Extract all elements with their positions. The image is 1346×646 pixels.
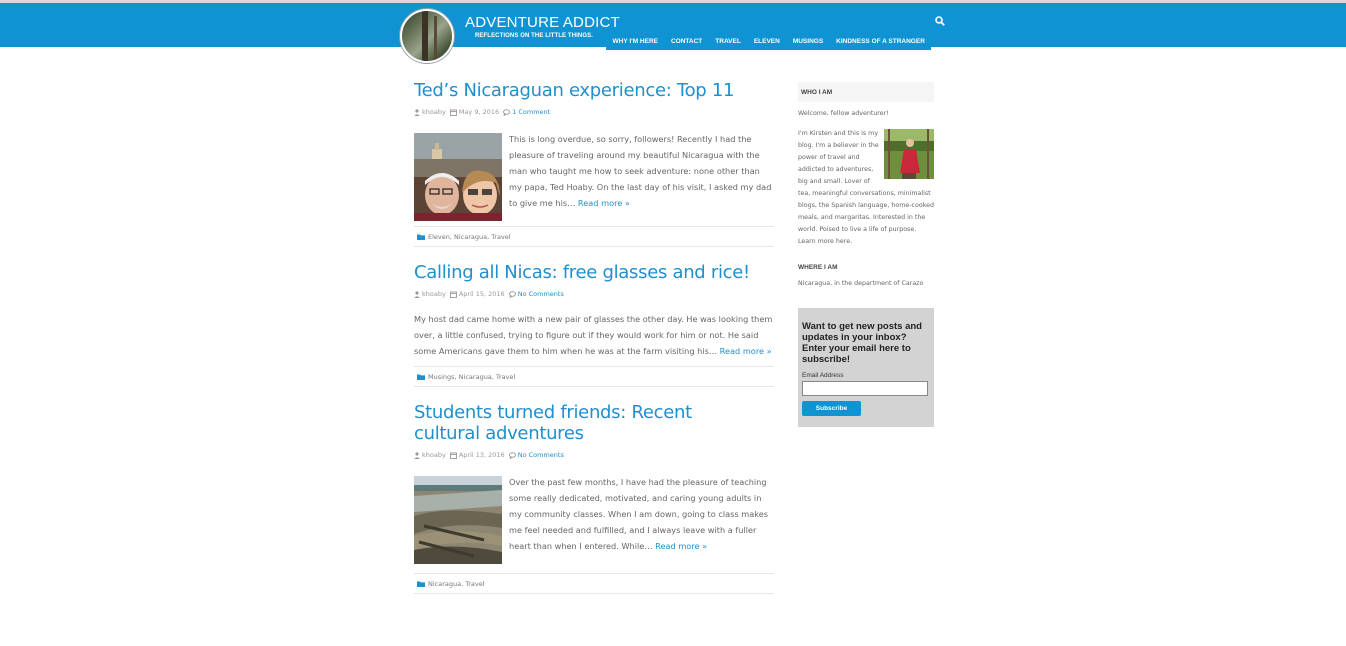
- comment-icon: [503, 108, 511, 116]
- post-meta: khoaby April 15, 2016 No Comments: [414, 289, 774, 299]
- site-header: ADVENTURE ADDICT REFLECTIONS ON THE LITT…: [0, 0, 1346, 63]
- post-item: Calling all Nicas: free glasses and rice…: [414, 262, 774, 387]
- post-excerpt-text: My host dad came home with a new pair of…: [414, 314, 773, 356]
- email-label: Email Address: [802, 372, 844, 379]
- post-categories: Musings, Nicaragua, Travel: [414, 366, 774, 387]
- post-item: Ted’s Nicaraguan experience: Top 11 khoa…: [414, 80, 774, 247]
- post-author[interactable]: khoaby: [422, 290, 446, 298]
- post-comments-link[interactable]: No Comments: [518, 451, 564, 459]
- post-title[interactable]: Students turned friends: Recent cultural…: [414, 402, 754, 444]
- calendar-icon: [449, 291, 457, 298]
- where-text: Nicaragua, in the department of Carazo: [798, 280, 924, 287]
- post-date[interactable]: April 15, 2016: [459, 290, 505, 298]
- read-more-link[interactable]: Read more »: [578, 198, 630, 208]
- profile-photo-image: [884, 129, 934, 179]
- post-categories: Eleven, Nicaragua, Travel: [414, 226, 774, 247]
- nav-item-kindness-of-a-stranger[interactable]: KINDNESS OF A STRANGER: [830, 34, 932, 50]
- comment-icon: [508, 451, 516, 459]
- nav-item-travel[interactable]: TRAVEL: [709, 34, 748, 50]
- post-categories: Nicaragua, Travel: [414, 573, 774, 594]
- sidebar: WHO I AM Welcome, fellow adventurer! I'm…: [798, 82, 934, 290]
- search-icon[interactable]: [935, 16, 945, 26]
- post-date[interactable]: May 9, 2016: [459, 108, 499, 116]
- post-thumbnail[interactable]: [414, 476, 502, 564]
- widget-heading-who-i-am: WHO I AM: [798, 82, 934, 102]
- subscribe-title: Want to get new posts and updates in you…: [802, 321, 922, 365]
- folder-icon: [417, 581, 425, 587]
- post-comments-link[interactable]: No Comments: [518, 290, 564, 298]
- avatar-trunk-secondary: [434, 16, 437, 61]
- calendar-icon: [449, 452, 457, 459]
- post-categories-text[interactable]: Eleven, Nicaragua, Travel: [428, 233, 511, 241]
- header-inner: ADVENTURE ADDICT REFLECTIONS ON THE LITT…: [398, 3, 948, 63]
- widget-heading-where-i-am: WHERE I AM: [798, 264, 838, 271]
- post-excerpt-text: This is long overdue, so sorry, follower…: [509, 134, 772, 208]
- bio-block: I'm Kirsten and this is my blog. I'm a b…: [798, 128, 934, 248]
- post-title[interactable]: Calling all Nicas: free glasses and rice…: [414, 262, 774, 283]
- post-list: Ted’s Nicaraguan experience: Top 11 khoa…: [414, 80, 774, 594]
- subscribe-widget: Want to get new posts and updates in you…: [798, 308, 934, 427]
- post-excerpt: My host dad came home with a new pair of…: [414, 311, 774, 359]
- avatar-trunk: [422, 11, 428, 61]
- calendar-icon: [449, 109, 457, 116]
- post-meta: khoaby May 9, 2016 1 Comment: [414, 107, 774, 117]
- user-icon: [414, 451, 420, 459]
- post-title[interactable]: Ted’s Nicaraguan experience: Top 11: [414, 80, 774, 101]
- nav-item-contact[interactable]: CONTACT: [664, 34, 708, 50]
- folder-icon: [417, 374, 425, 380]
- post-categories-text[interactable]: Nicaragua, Travel: [428, 580, 485, 588]
- site-logo-avatar[interactable]: [400, 9, 454, 63]
- read-more-link[interactable]: Read more »: [655, 541, 707, 551]
- post-author[interactable]: khoaby: [422, 451, 446, 459]
- post-thumbnail-image: [414, 476, 502, 564]
- read-more-link[interactable]: Read more »: [720, 346, 772, 356]
- folder-icon: [417, 234, 425, 240]
- post-author[interactable]: khoaby: [422, 108, 446, 116]
- learn-more-link[interactable]: Learn more here.: [798, 238, 852, 245]
- post-categories-text[interactable]: Musings, Nicaragua, Travel: [428, 373, 515, 381]
- post-excerpt-text: Over the past few months, I have had the…: [509, 477, 769, 551]
- main-nav: WHY I'M HERE CONTACT TRAVEL ELEVEN MUSIN…: [606, 34, 932, 53]
- user-icon: [414, 108, 420, 116]
- comment-icon: [508, 290, 516, 298]
- site-tagline: REFLECTIONS ON THE LITTLE THINGS.: [475, 33, 593, 39]
- nav-item-why-im-here[interactable]: WHY I'M HERE: [606, 34, 664, 50]
- post-thumbnail[interactable]: [414, 133, 502, 221]
- nav-item-musings[interactable]: MUSINGS: [786, 34, 829, 50]
- post-meta: khoaby April 13, 2016 No Comments: [414, 450, 774, 460]
- subscribe-button[interactable]: Subscribe: [802, 401, 861, 416]
- post-comments-link[interactable]: 1 Comment: [512, 108, 550, 116]
- welcome-text: Welcome, fellow adventurer!: [798, 110, 889, 117]
- nav-item-eleven[interactable]: ELEVEN: [747, 34, 786, 50]
- email-field[interactable]: [802, 381, 928, 396]
- post-thumbnail-image: [414, 133, 502, 221]
- user-icon: [414, 290, 420, 298]
- post-date[interactable]: April 13, 2016: [459, 451, 505, 459]
- site-title[interactable]: ADVENTURE ADDICT: [465, 14, 620, 31]
- profile-photo[interactable]: [884, 129, 934, 179]
- post-item: Students turned friends: Recent cultural…: [414, 402, 774, 594]
